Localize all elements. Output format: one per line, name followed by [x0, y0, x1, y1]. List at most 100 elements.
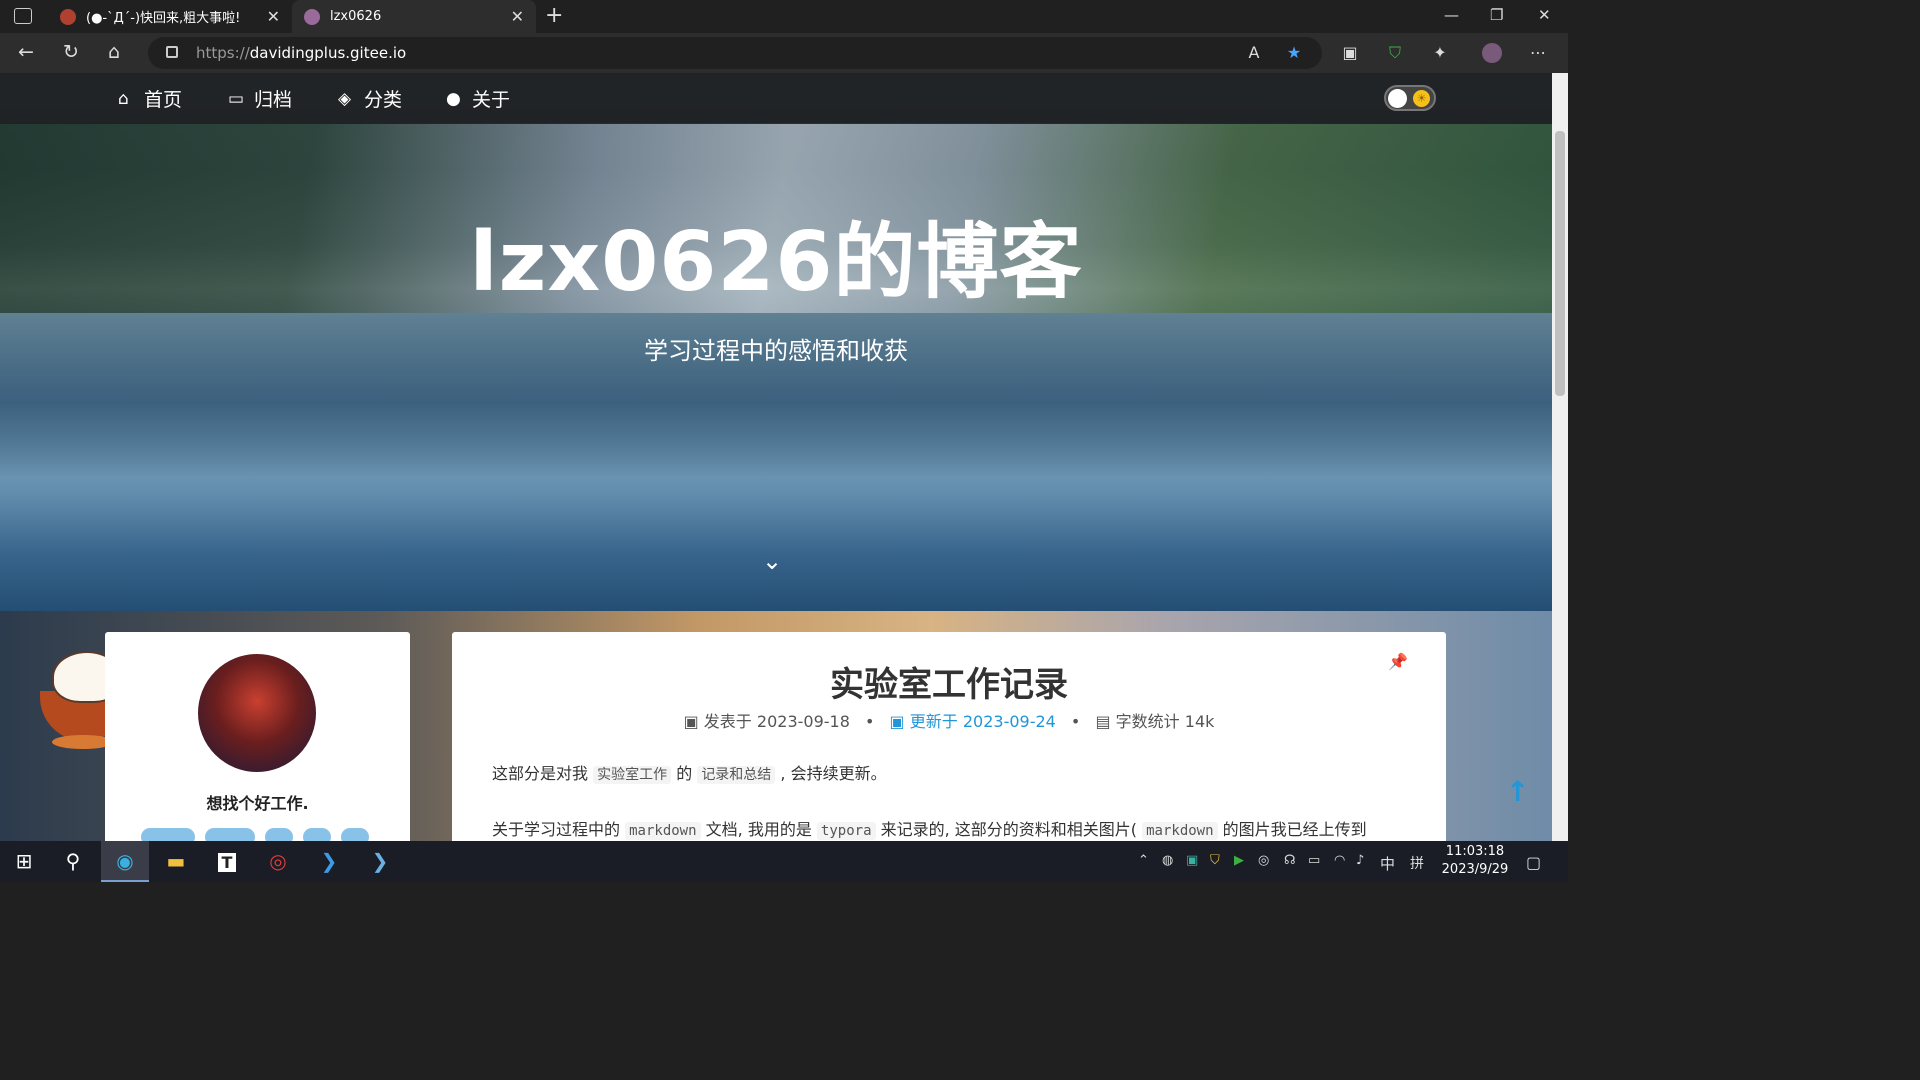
page-scrollbar[interactable] — [1552, 73, 1568, 841]
scrollbar-thumb[interactable] — [1555, 131, 1565, 396]
security-icon[interactable]: ⛉ — [1210, 853, 1220, 868]
restore-icon[interactable]: ❐ — [1490, 6, 1503, 24]
profile-card: 想找个好工作. — [105, 632, 410, 841]
nav-item-categories[interactable]: ◈ 分类 — [338, 85, 402, 112]
folder-icon: ▭ — [228, 88, 245, 109]
text: 来记录的, 这部分的资料和相关图片( — [880, 820, 1138, 839]
tray-chevron-icon[interactable]: ⌃ — [1138, 853, 1149, 868]
published-label: 发表于 — [703, 712, 752, 731]
favorite-star-icon[interactable]: ★ — [1284, 43, 1304, 63]
system-clock[interactable]: 11:03:18 2023/9/29 — [1440, 843, 1510, 879]
nav-label: 关于 — [472, 89, 511, 111]
tab-label: (●-`Д´-)快回来,粗大事啦! — [86, 11, 241, 26]
words-label: 字数统计 — [1115, 712, 1180, 731]
url-prefix: https:// — [196, 44, 250, 62]
social-pill[interactable] — [303, 828, 331, 841]
nav-item-home[interactable]: ⌂ 首页 — [118, 85, 182, 112]
reading-mode-icon[interactable]: ▣ — [1340, 43, 1360, 63]
url-domain: davidingplus.gitee.io — [249, 44, 407, 62]
post-paragraph: 关于学习过程中的 markdown 文档, 我用的是 typora 来记录的, … — [492, 816, 1367, 840]
avatar — [196, 652, 318, 774]
updated-label: 更新于 — [909, 712, 958, 731]
home-icon: ⌂ — [118, 88, 129, 109]
volume-icon[interactable]: ♪ — [1356, 853, 1364, 868]
layers-icon: ◈ — [338, 88, 352, 109]
ime-language[interactable]: 中 — [1380, 853, 1395, 874]
hero-banner: ⌂ 首页 ▭ 归档 ◈ 分类 ● 关于 ☀ lzx0626的博客 学习过程中的感… — [0, 73, 1552, 613]
shield-icon[interactable]: ⛉ — [1385, 43, 1405, 63]
ime-mode[interactable]: 拼 — [1410, 853, 1424, 873]
text: 这部分是对我 — [492, 764, 589, 783]
minimize-icon[interactable]: — — [1444, 6, 1459, 24]
toggle-knob — [1388, 89, 1407, 108]
tab-active[interactable]: lzx0626 ✕ — [292, 0, 536, 33]
battery-icon[interactable]: ▭ — [1308, 853, 1320, 868]
nav-label: 首页 — [144, 89, 183, 111]
new-tab-icon[interactable]: + — [545, 3, 563, 28]
windows-taskbar: ⊞ ⚲ ◉ ▬ T ◎ ❯ ❯ ⌃ ◍ ▣ ⛉ ▶ ◎ ☊ ▭ ◠ ♪ 中 拼 … — [0, 841, 1568, 882]
home-icon[interactable]: ⌂ — [108, 41, 120, 63]
tab-inactive[interactable]: (●-`Д´-)快回来,粗大事啦! ✕ — [48, 0, 292, 33]
meta-separator: • — [1070, 712, 1081, 731]
search-icon[interactable]: ⚲ — [49, 841, 97, 882]
social-pill[interactable] — [341, 828, 369, 841]
published-date: 2023-09-18 — [756, 712, 850, 731]
words-count: 14k — [1184, 712, 1215, 731]
close-tab-icon[interactable]: ✕ — [511, 7, 524, 26]
nav-item-archive[interactable]: ▭ 归档 — [228, 85, 292, 112]
text: 文档, 我用的是 — [705, 820, 812, 839]
close-window-icon[interactable]: ✕ — [1538, 6, 1551, 24]
read-aloud-icon[interactable]: A — [1244, 43, 1264, 63]
post-paragraph: 这部分是对我 实验室工作 的 记录和总结 , 会持续更新。 — [492, 760, 887, 784]
notification-icon[interactable]: ▢ — [1526, 853, 1541, 872]
pin-icon: 📌 — [1388, 652, 1408, 671]
inline-code: 实验室工作 — [593, 766, 672, 784]
vscode-icon[interactable]: ❯ — [305, 841, 353, 882]
start-icon[interactable]: ⊞ — [0, 841, 48, 882]
inline-code: typora — [816, 822, 876, 840]
text: 的 — [676, 764, 693, 783]
clock-time: 11:03:18 — [1445, 844, 1505, 859]
nav-item-about[interactable]: ● 关于 — [446, 85, 510, 112]
wifi-icon[interactable]: ◠ — [1334, 853, 1345, 868]
profile-motto: 想找个好工作. — [206, 794, 309, 813]
wechat-icon[interactable]: ◎ — [1258, 853, 1269, 868]
terminal-icon[interactable]: ❯ — [356, 841, 404, 882]
chevron-down-icon[interactable]: ⌄ — [762, 547, 782, 575]
nav-label: 归档 — [254, 89, 293, 111]
back-to-top-icon[interactable]: ↑ — [1506, 775, 1529, 808]
workspaces-icon[interactable] — [14, 8, 32, 24]
netease-music-icon[interactable]: ◎ — [254, 841, 302, 882]
inline-code: markdown — [1142, 822, 1218, 840]
social-pill[interactable] — [205, 828, 255, 841]
calendar-icon: ▣ — [683, 712, 699, 731]
nvidia-icon[interactable]: ▶ — [1234, 853, 1244, 868]
nav-label: 分类 — [364, 89, 403, 111]
web-viewport: ⌂ 首页 ▭ 归档 ◈ 分类 ● 关于 ☀ lzx0626的博客 学习过程中的感… — [0, 73, 1552, 841]
bluetooth-icon[interactable]: ☊ — [1284, 853, 1296, 868]
extensions-icon[interactable]: ✦ — [1430, 43, 1450, 63]
sun-icon: ☀ — [1413, 90, 1430, 107]
steam-icon[interactable]: ◍ — [1162, 853, 1173, 868]
file-explorer-icon[interactable]: ▬ — [152, 841, 200, 882]
browser-tab-bar: (●-`Д´-)快回来,粗大事啦! ✕ lzx0626 ✕ + — ❐ ✕ — [0, 0, 1568, 33]
theme-toggle[interactable]: ☀ — [1384, 85, 1436, 111]
post-title[interactable]: 实验室工作记录 — [452, 657, 1446, 706]
social-pill[interactable] — [141, 828, 195, 841]
back-icon[interactable]: ← — [18, 41, 34, 63]
more-menu-icon[interactable]: ⋯ — [1528, 43, 1548, 63]
edge-icon[interactable]: ◉ — [101, 841, 149, 882]
lock-icon — [166, 46, 178, 58]
typora-icon[interactable]: T — [203, 841, 251, 882]
address-input[interactable]: https://davidingplus.gitee.io A ★ — [148, 37, 1322, 69]
post-meta: ▣ 发表于 2023-09-18 • ▣ 更新于 2023-09-24 • ▤ … — [452, 708, 1446, 732]
meta-separator: • — [864, 712, 875, 731]
tab-favicon-icon — [304, 8, 320, 25]
post-card: 实验室工作记录 📌 ▣ 发表于 2023-09-18 • ▣ 更新于 2023-… — [452, 632, 1446, 841]
close-tab-icon[interactable]: ✕ — [267, 7, 280, 26]
app-tray-icon[interactable]: ▣ — [1186, 853, 1198, 868]
refresh-icon[interactable]: ↻ — [63, 41, 79, 63]
calendar-check-icon: ▣ — [889, 712, 905, 731]
profile-avatar[interactable] — [1482, 43, 1502, 63]
social-pill[interactable] — [265, 828, 293, 841]
